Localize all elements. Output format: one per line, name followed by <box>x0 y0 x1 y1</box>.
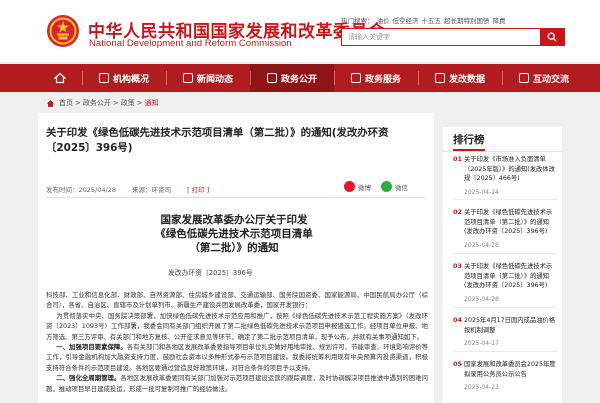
nav-interaction[interactable]: 互动交流 <box>502 64 586 92</box>
ranking-separator <box>453 199 557 200</box>
share-weibo-label[interactable]: 微博 <box>358 182 371 192</box>
chat-icon <box>518 73 529 83</box>
main-nav: 机构概况 新闻动态 政务公开 政务服务 发改数据 互动交流 <box>0 64 600 92</box>
section-heading: 一、加强项目要素保障。 <box>56 343 127 352</box>
document-heading-line: 国家发展改革委办公厅关于印发 <box>160 214 308 226</box>
ranking-title: 排行榜 <box>453 134 485 146</box>
section-heading: 二、强化全周期管理。 <box>56 374 121 383</box>
breadcrumb-separator: > <box>112 99 119 107</box>
ranking-text[interactable]: 国家发展和改革委员会2025年度拟录用公务员公示公告 <box>464 360 557 379</box>
breadcrumb-separator: > <box>75 99 81 107</box>
service-icon <box>350 73 361 83</box>
nav-news-label: 新闻动态 <box>196 74 233 85</box>
breadcrumb-item-policy[interactable]: 政策 <box>121 98 135 108</box>
ranking-number: 04 <box>453 316 463 324</box>
document-heading-line: 《绿色低碳先进技术示范项目清单 <box>155 228 313 240</box>
search-button[interactable] <box>540 29 564 45</box>
article-body: 科技部、工业和信息化部、财政部、自然资源部、住房城乡建设部、交通运输部、国务院国… <box>46 290 428 394</box>
print-link[interactable]: [ 打印 ] <box>187 186 209 194</box>
ranking-date: 2025-04-28 <box>464 242 499 249</box>
article-source: 来源：环资司 <box>132 186 172 194</box>
nav-organization[interactable]: 机构概况 <box>82 64 166 92</box>
ranking-text[interactable]: 关于印发《市场准入负面清单（2025年版）》的通知(发改体改规〔2025〕466… <box>464 155 557 184</box>
body-paragraph: 为贯彻落实中央、国务院决策部署，加快绿色低碳先进技术示范应用和推广，按照《绿色低… <box>46 311 428 341</box>
search-input[interactable] <box>342 29 538 45</box>
document-icon <box>266 73 277 83</box>
ranking-date: 2025-04-28 <box>464 296 499 303</box>
site-header: 中华人民共和国国家发展和改革委员会 National Development a… <box>0 0 600 62</box>
publish-date: 发布时间：2025/04/28 <box>46 186 116 194</box>
article-panel: 关于印发《绿色低碳先进技术示范项目清单（第二批）》的通知(发改办环资〔2025〕… <box>38 113 434 403</box>
hot-search-bar: 热门搜索： 油价 低空经济 十五五 超长期特别国债 降费 <box>341 15 506 25</box>
nav-government-affairs-label: 政务公开 <box>280 74 317 85</box>
breadcrumb-home-icon <box>46 99 55 107</box>
nav-government-affairs[interactable]: 政务公开 <box>250 64 334 92</box>
breadcrumb-item-home[interactable]: 首页 <box>59 98 73 108</box>
nav-data-label: 发改数据 <box>448 74 485 85</box>
document-number: 发改办环资〔2025〕396号 <box>168 269 253 277</box>
breadcrumb: 首页 > 政务公开 > 政策 > 通知 <box>46 98 159 108</box>
nav-services-label: 政务服务 <box>364 74 401 85</box>
ranking-divider <box>443 151 562 152</box>
breadcrumb-separator: > <box>136 99 143 107</box>
ranking-separator <box>453 307 557 308</box>
ranking-number: 03 <box>453 262 463 270</box>
article-meta: 发布时间：2025/04/28 来源：环资司 [ 打印 ] <box>46 184 209 194</box>
body-paragraph: 一、加强项目要素保障。各有关部门和各地区发展改革委要指导项目单位扎实做好用地审批… <box>46 342 428 373</box>
search-box <box>341 28 565 46</box>
wechat-icon[interactable] <box>381 181 392 192</box>
ranking-number: 05 <box>453 360 463 368</box>
hot-term[interactable]: 降费 <box>493 17 506 25</box>
share-bar: 微博 微信 <box>344 181 408 192</box>
weibo-icon[interactable] <box>344 181 355 192</box>
ranking-date: 2025-04-17 <box>464 340 499 347</box>
site-title-en: National Development and Reform Commissi… <box>89 38 292 49</box>
nav-services[interactable]: 政务服务 <box>334 64 418 92</box>
body-paragraph: 二、强化全周期管理。各地区发展改革委要同有关部门加强对示范项目建设运营的跟踪调度… <box>46 373 428 394</box>
search-icon <box>547 32 557 42</box>
hot-term[interactable]: 十五五 <box>422 17 442 25</box>
national-emblem-icon[interactable] <box>46 14 80 48</box>
ranking-date: 2025-04-24 <box>464 189 499 196</box>
breadcrumb-item-notice[interactable]: 通知 <box>145 98 159 108</box>
ranking-text[interactable]: 关于印发《绿色低碳先进技术示范项目清单（第二批）》的通知(发改办环资〔2025〕… <box>464 262 557 291</box>
ranking-separator <box>453 253 557 254</box>
nav-interaction-label: 互动交流 <box>532 74 569 85</box>
document-heading-line: （第二批）》的通知 <box>189 242 279 254</box>
hot-term[interactable]: 超长期特别国债 <box>444 17 490 25</box>
article-title: 关于印发《绿色低碳先进技术示范项目清单（第二批）》的通知(发改办环资〔2025〕… <box>46 127 389 154</box>
data-icon <box>434 73 445 83</box>
recipients-paragraph: 科技部、工业和信息化部、财政部、自然资源部、住房城乡建设部、交通运输部、国务院国… <box>46 291 428 310</box>
nav-news[interactable]: 新闻动态 <box>166 64 250 92</box>
share-wechat-label[interactable]: 微信 <box>395 182 408 192</box>
home-icon <box>54 72 66 84</box>
ranking-sidebar: 排行榜 01 关于印发《市场准入负面清单（2025年版）》的通知(发改体改规〔2… <box>443 127 562 403</box>
hot-term[interactable]: 油价 <box>377 17 390 25</box>
ranking-number: 01 <box>453 155 463 163</box>
hot-search-label: 热门搜索： <box>341 17 374 25</box>
nav-data[interactable]: 发改数据 <box>418 64 502 92</box>
nav-organization-label: 机构概况 <box>112 74 149 85</box>
ranking-number: 02 <box>453 208 463 216</box>
ranking-separator <box>453 351 557 352</box>
ranking-text[interactable]: 关于印发《绿色低碳先进技术示范项目清单（第二批）》的通知(发改办环资〔2025〕… <box>464 208 557 237</box>
article-divider <box>46 197 426 198</box>
nav-home[interactable] <box>38 64 82 92</box>
ranking-text[interactable]: 2025年4月17日国内成品油价格按机制调整 <box>464 316 557 335</box>
document-heading: 国家发展改革委办公厅关于印发 《绿色低碳先进技术示范项目清单 （第二批）》的通知 <box>134 213 334 255</box>
breadcrumb-item-government-affairs[interactable]: 政务公开 <box>83 98 111 108</box>
building-icon <box>98 73 109 83</box>
ranking-date: 2025-04-23 <box>464 384 499 391</box>
hot-term[interactable]: 低空经济 <box>393 17 419 25</box>
news-icon <box>182 73 193 83</box>
